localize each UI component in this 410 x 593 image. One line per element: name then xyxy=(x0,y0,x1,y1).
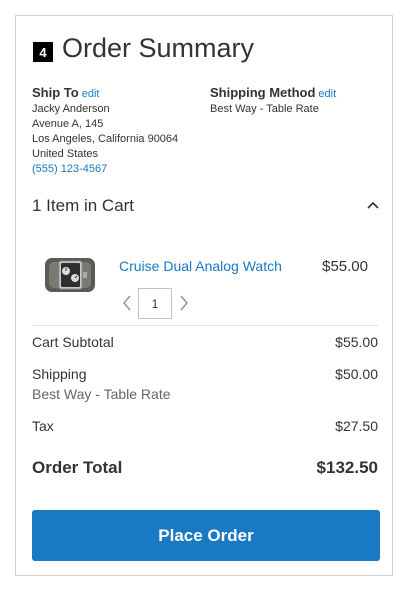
product-name-link[interactable]: Cruise Dual Analog Watch xyxy=(119,258,282,274)
ship-to-street: Avenue A, 145 xyxy=(32,118,104,130)
step-number-badge: 4 xyxy=(33,42,53,62)
order-summary-title: Order Summary xyxy=(62,33,255,63)
quantity-input[interactable]: 1 xyxy=(138,288,172,319)
tax-label: Tax xyxy=(32,418,54,434)
chevron-left-icon[interactable] xyxy=(121,294,133,312)
shipping-value: $50.00 xyxy=(335,366,378,382)
order-total-value: $132.50 xyxy=(316,458,378,477)
order-summary-panel: 4 Order Summary Ship To edit Jacky Anders… xyxy=(15,15,393,576)
chevron-up-icon[interactable] xyxy=(365,197,381,213)
shipping-method-edit-link[interactable]: edit xyxy=(318,88,336,100)
tax-value: $27.50 xyxy=(335,418,378,434)
chevron-right-icon[interactable] xyxy=(178,294,190,312)
shipping-method-section: Shipping Method edit Best Way - Table Rat… xyxy=(210,85,336,117)
ship-to-phone-link[interactable]: (555) 123-4567 xyxy=(32,162,178,177)
divider xyxy=(32,325,378,326)
ship-to-section: Ship To edit Jacky Anderson Avenue A, 145… xyxy=(32,85,178,177)
shipping-method-name: Best Way - Table Rate xyxy=(32,386,171,402)
ship-to-address: Jacky Anderson Avenue A, 145 Los Angeles… xyxy=(32,102,178,177)
ship-to-edit-link[interactable]: edit xyxy=(82,88,100,100)
cart-subtotal-value: $55.00 xyxy=(335,334,378,350)
items-in-cart-toggle[interactable]: 1 Item in Cart xyxy=(32,196,134,216)
product-price: $55.00 xyxy=(322,258,368,275)
ship-to-name: Jacky Anderson xyxy=(32,103,110,115)
shipping-method-heading: Shipping Method edit xyxy=(210,85,336,100)
place-order-button[interactable]: Place Order xyxy=(32,510,380,561)
ship-to-city-line: Los Angeles, California 90064 xyxy=(32,133,179,145)
ship-to-heading: Ship To edit xyxy=(32,85,178,100)
shipping-method-value: Best Way - Table Rate xyxy=(210,103,319,115)
shipping-method-heading-label: Shipping Method xyxy=(210,85,316,100)
cart-subtotal-label: Cart Subtotal xyxy=(32,334,114,350)
shipping-label: Shipping xyxy=(32,366,87,382)
watch-thumbnail-image xyxy=(45,258,95,292)
ship-to-country: United States xyxy=(32,148,99,160)
order-total-label: Order Total xyxy=(32,458,123,477)
ship-to-heading-label: Ship To xyxy=(32,85,79,100)
